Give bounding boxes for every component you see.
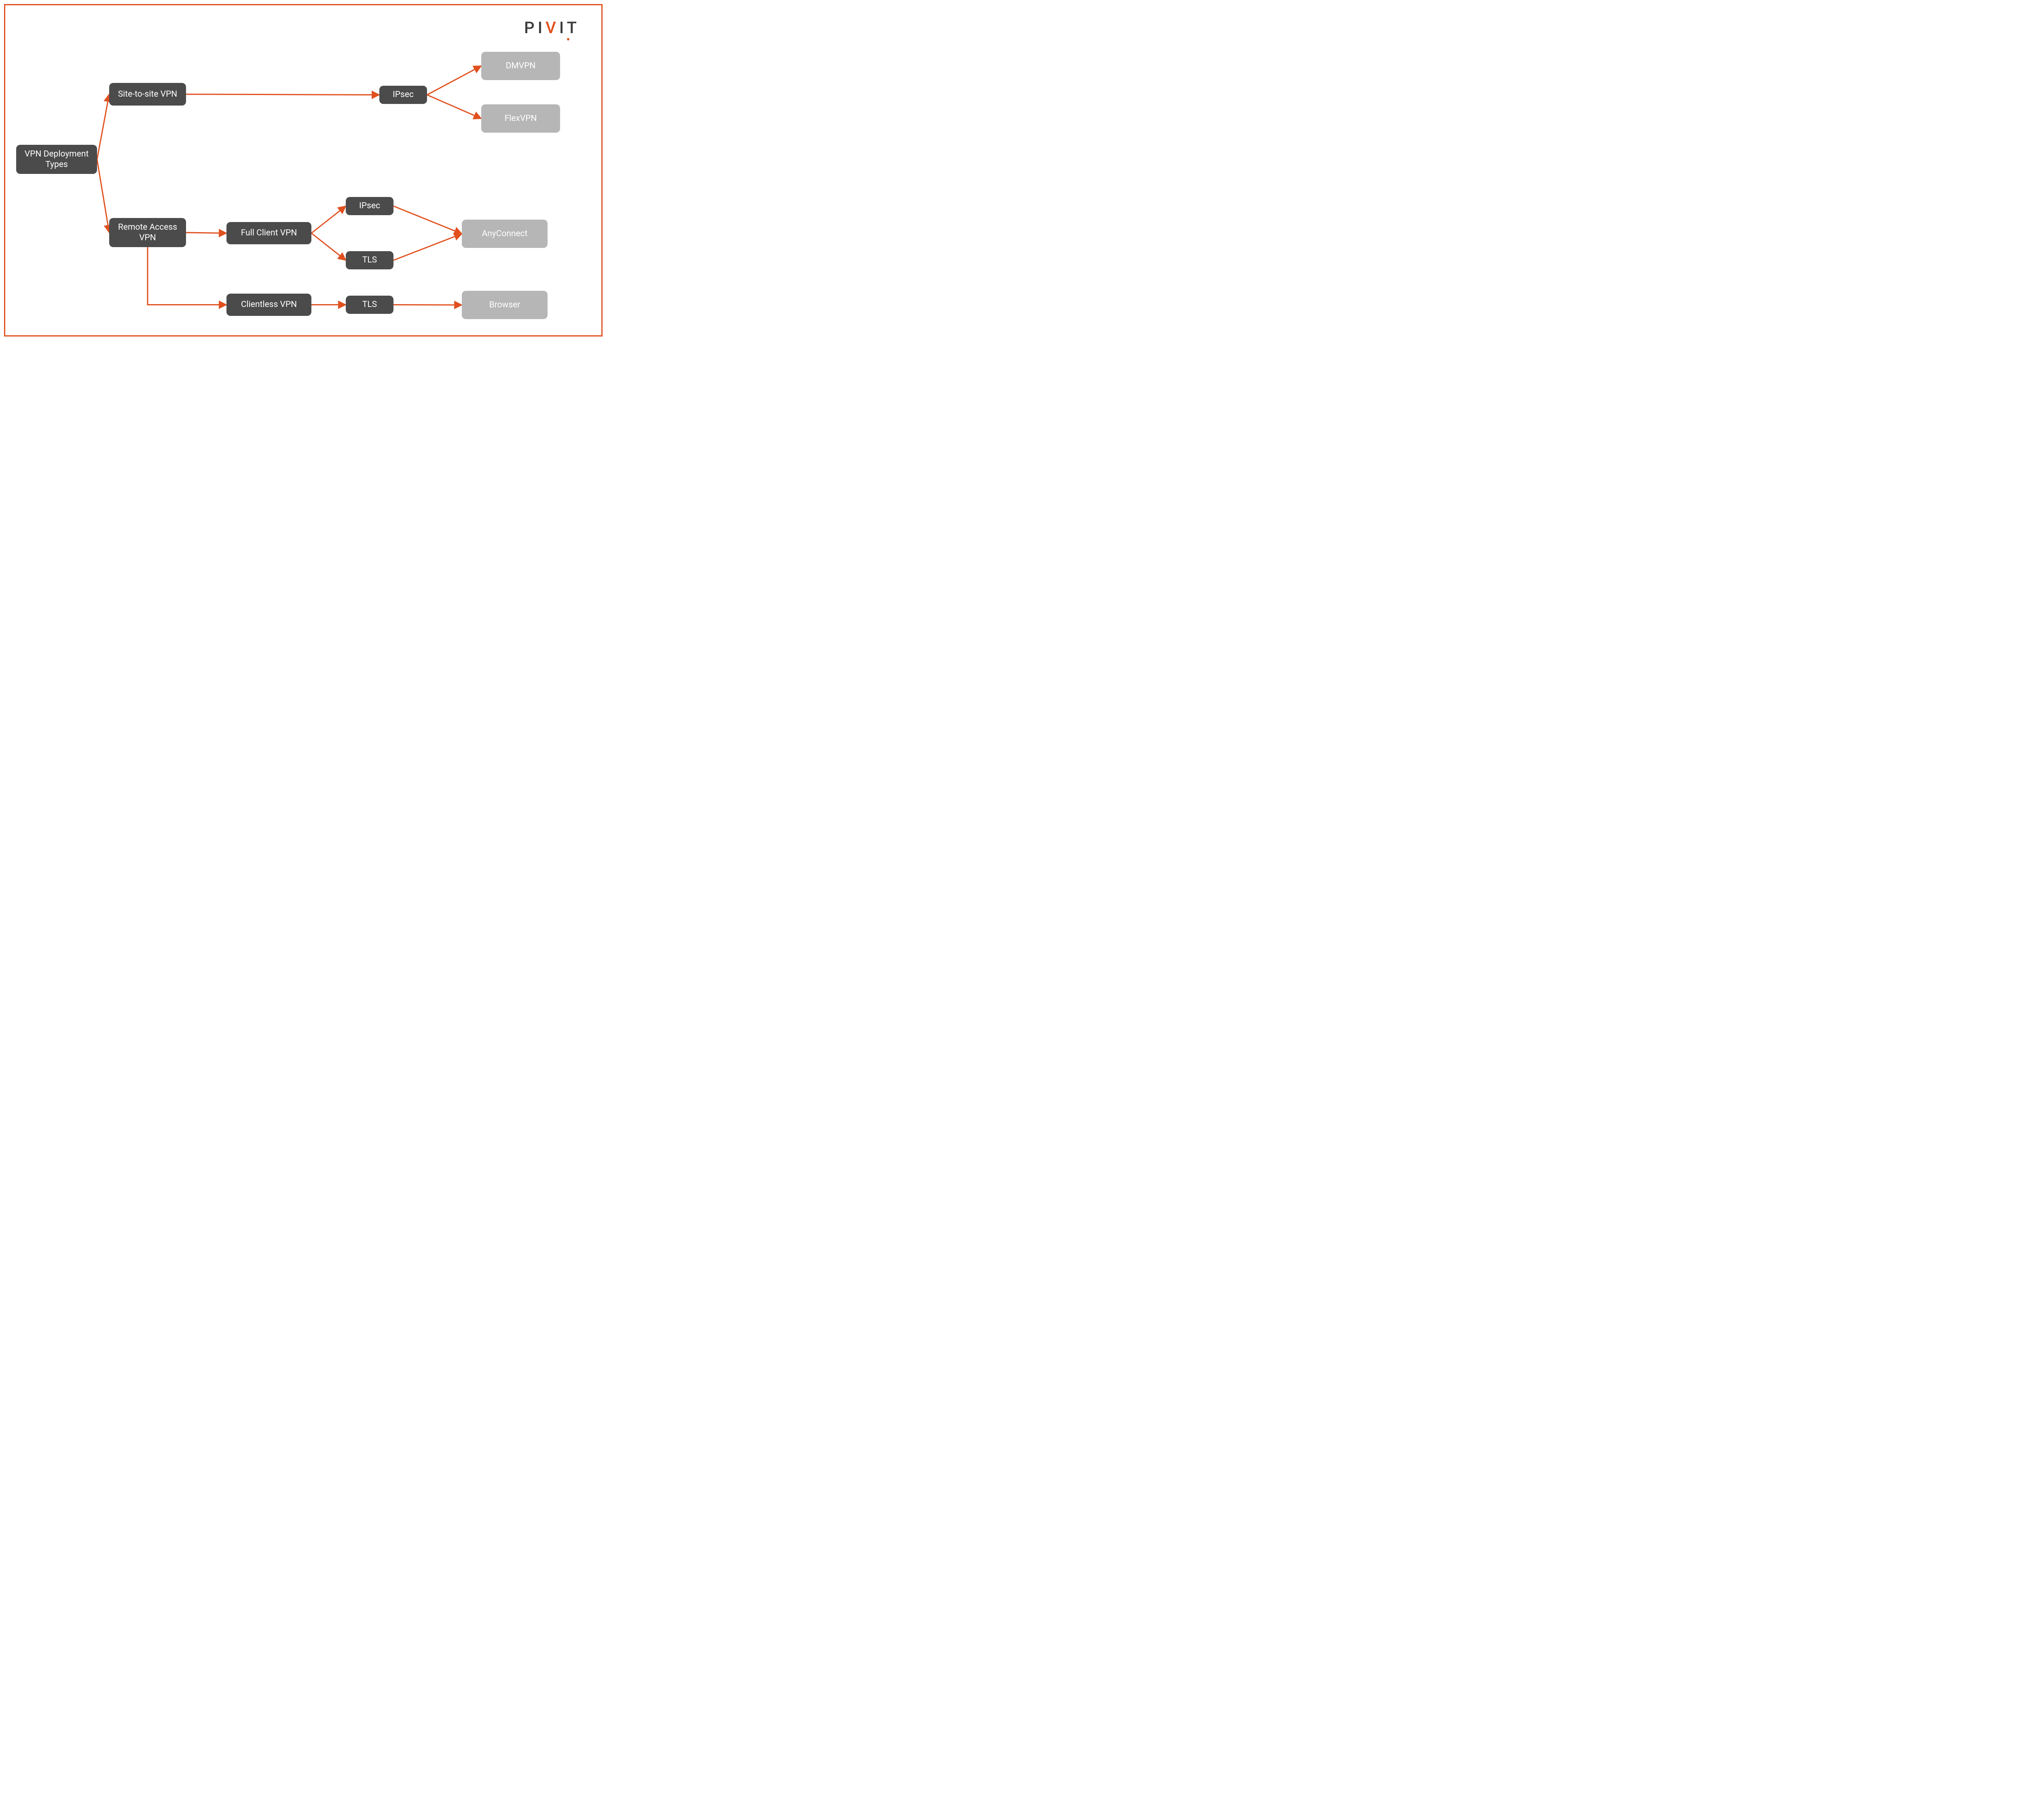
logo-part2: IT [559, 18, 580, 37]
node-tls-clientless: TLS [346, 296, 393, 314]
node-site-to-site-vpn: Site-to-site VPN [109, 83, 186, 106]
node-dmvpn: DMVPN [481, 52, 560, 80]
diagram-canvas: PIVIT VPN Deployment Types Site-to-site … [0, 0, 607, 341]
node-browser: Browser [462, 291, 548, 319]
node-flexvpn: FlexVPN [481, 104, 560, 133]
logo-pivit: PIVIT [524, 18, 582, 37]
logo-dot-icon [567, 38, 569, 40]
node-ipsec-site: IPsec [379, 86, 427, 104]
logo-accent: V [546, 18, 559, 37]
node-ipsec-remote: IPsec [346, 197, 393, 215]
node-remote-access-vpn: Remote Access VPN [109, 218, 186, 247]
node-full-client-vpn: Full Client VPN [226, 222, 311, 244]
node-vpn-deployment-types: VPN Deployment Types [16, 145, 97, 174]
node-clientless-vpn: Clientless VPN [226, 294, 311, 316]
logo-part1: PI [524, 18, 546, 37]
node-tls-fullclient: TLS [346, 251, 393, 269]
node-anyconnect: AnyConnect [462, 220, 548, 248]
